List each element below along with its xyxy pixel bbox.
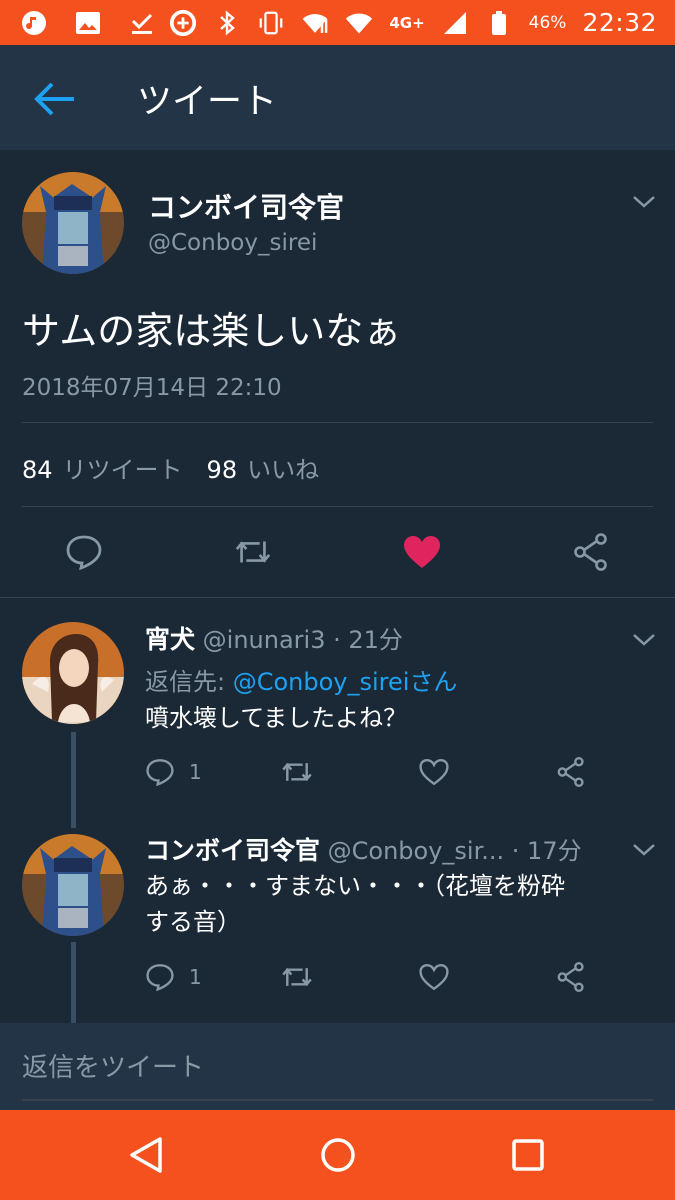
reply-author-name[interactable]: コンボイ司令官 bbox=[145, 836, 320, 865]
reply-author-handle[interactable]: @inunari3 bbox=[203, 626, 326, 654]
wifi-calling-icon bbox=[301, 9, 329, 37]
thread-line bbox=[71, 942, 76, 1023]
reply-button[interactable]: 1 bbox=[145, 755, 202, 789]
divider bbox=[22, 422, 653, 423]
tweet-stats: 84 リツイート 98 いいね bbox=[22, 450, 333, 485]
reply-icon bbox=[146, 759, 174, 786]
main-tweet: コンボイ司令官 @Conboy_sirei サムの家は楽しいなぁ 2018年07… bbox=[0, 150, 675, 597]
reply-icon bbox=[146, 964, 174, 991]
divider bbox=[22, 506, 653, 507]
reply-time: · 21分 bbox=[333, 626, 403, 654]
battery-percent: 46% bbox=[528, 12, 567, 33]
reply-count: 1 bbox=[189, 760, 202, 784]
reply-header: 宵犬 @inunari3 · 21分 bbox=[145, 620, 403, 656]
battery-icon bbox=[485, 9, 513, 37]
retweet-icon[interactable] bbox=[233, 532, 273, 572]
avatar[interactable] bbox=[22, 172, 124, 274]
share-icon[interactable] bbox=[556, 755, 586, 789]
reply-to: 返信先: @Conboy_sireiさん bbox=[145, 662, 457, 697]
input-underline bbox=[22, 1099, 653, 1101]
back-arrow-icon[interactable] bbox=[32, 81, 78, 117]
heart-icon[interactable] bbox=[419, 960, 449, 994]
android-nav-bar bbox=[0, 1110, 675, 1200]
reply-to-prefix: 返信先: bbox=[145, 668, 233, 696]
reply-icon[interactable] bbox=[64, 532, 104, 572]
reply-text: 噴水壊してましたよね？ bbox=[145, 704, 408, 732]
tweet-text: サムの家は楽しいなぁ bbox=[22, 309, 402, 353]
page-title: ツイート bbox=[137, 82, 278, 122]
heart-icon[interactable] bbox=[419, 755, 449, 789]
music-note-icon bbox=[20, 9, 48, 37]
chevron-down-icon[interactable] bbox=[632, 842, 656, 856]
reply-input[interactable]: 返信をツイート bbox=[22, 1047, 204, 1084]
reply-count: 1 bbox=[189, 965, 202, 989]
reply-time: · 17分 bbox=[511, 837, 582, 865]
heart-filled-icon[interactable] bbox=[402, 532, 442, 572]
reply-text-line: する音） bbox=[145, 908, 241, 936]
vibrate-icon bbox=[257, 9, 285, 37]
image-icon bbox=[74, 9, 102, 37]
retweet-label[interactable]: リツイート bbox=[63, 450, 183, 485]
retweet-icon[interactable] bbox=[280, 755, 314, 789]
thread-line bbox=[71, 732, 76, 828]
network-type: 4G+ bbox=[389, 13, 425, 32]
author-handle[interactable]: @Conboy_sirei bbox=[148, 230, 317, 256]
avatar[interactable] bbox=[22, 622, 124, 724]
app-bar: ツイート bbox=[0, 45, 675, 150]
avatar[interactable] bbox=[22, 834, 124, 936]
status-bar: 4G+ 46% 22:32 bbox=[0, 0, 675, 45]
share-icon[interactable] bbox=[571, 532, 611, 572]
share-icon[interactable] bbox=[556, 960, 586, 994]
reply-text-line: あぁ・・・すまない・・・（花壇を粉砕 bbox=[145, 872, 565, 900]
reply-composer[interactable]: 返信をツイート bbox=[0, 1023, 675, 1110]
download-done-icon bbox=[128, 9, 156, 37]
nav-back-icon[interactable] bbox=[126, 1135, 166, 1175]
chevron-down-icon[interactable] bbox=[632, 194, 656, 208]
nav-recents-icon[interactable] bbox=[508, 1135, 548, 1175]
reply-author-name[interactable]: 宵犬 bbox=[145, 625, 195, 654]
bluetooth-icon bbox=[213, 9, 241, 37]
reply-header: コンボイ司令官 @Conboy_sir... · 17分 bbox=[145, 831, 582, 867]
reply-thread: 宵犬 @inunari3 · 21分 返信先: @Conboy_sireiさん … bbox=[0, 598, 675, 1023]
reply-author-handle[interactable]: @Conboy_sir... bbox=[328, 837, 505, 865]
reply-to-mention[interactable]: @Conboy_sirei bbox=[233, 668, 410, 696]
retweet-count[interactable]: 84 bbox=[22, 456, 53, 484]
data-saver-icon bbox=[169, 9, 197, 37]
chevron-down-icon[interactable] bbox=[632, 632, 656, 646]
retweet-icon[interactable] bbox=[280, 960, 314, 994]
reply-to-suffix[interactable]: さん bbox=[409, 668, 457, 696]
like-count[interactable]: 98 bbox=[207, 456, 238, 484]
nav-home-icon[interactable] bbox=[318, 1135, 358, 1175]
clock: 22:32 bbox=[582, 8, 657, 37]
reply-button[interactable]: 1 bbox=[145, 960, 202, 994]
wifi-icon bbox=[345, 9, 373, 37]
signal-icon bbox=[441, 9, 469, 37]
like-label[interactable]: いいね bbox=[247, 450, 319, 485]
tweet-timestamp: 2018年07月14日 22:10 bbox=[22, 375, 282, 401]
author-name[interactable]: コンボイ司令官 bbox=[148, 186, 344, 226]
